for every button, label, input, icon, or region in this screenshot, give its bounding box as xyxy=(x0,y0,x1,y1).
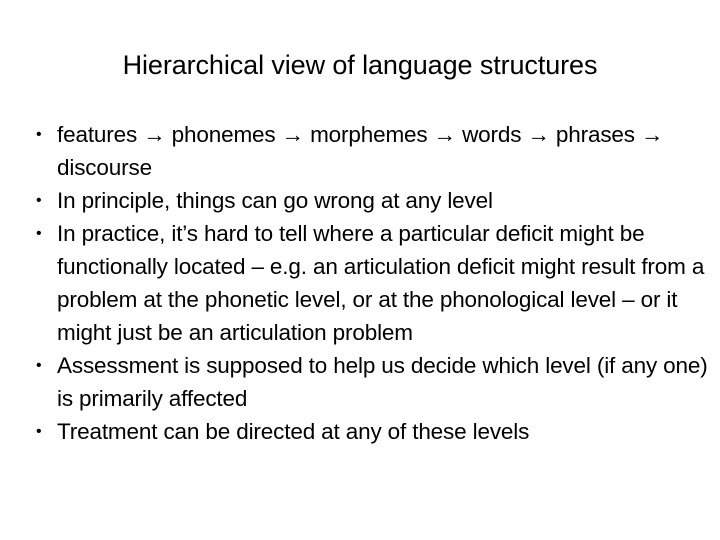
bullet-marker-icon: • xyxy=(36,192,42,209)
list-item: • In principle, things can go wrong at a… xyxy=(28,184,708,217)
slide-body-placeholder: • features → phonemes → morphemes → word… xyxy=(28,118,708,448)
bullet-list: • features → phonemes → morphemes → word… xyxy=(28,118,708,448)
slide-title: Hierarchical view of language structures xyxy=(122,50,598,80)
list-item: • features → phonemes → morphemes → word… xyxy=(28,118,708,184)
list-item: • Assessment is supposed to help us deci… xyxy=(28,349,708,415)
list-item-text: In practice, it’s hard to tell where a p… xyxy=(57,221,705,345)
list-item-text: Assessment is supposed to help us decide… xyxy=(57,353,708,411)
list-item: • In practice, it’s hard to tell where a… xyxy=(28,217,708,349)
bullet-marker-icon: • xyxy=(36,423,42,440)
bullet-marker-icon: • xyxy=(36,225,42,242)
list-item-text: In principle, things can go wrong at any… xyxy=(57,188,493,213)
bullet-marker-icon: • xyxy=(36,126,42,143)
list-item-text: Treatment can be directed at any of thes… xyxy=(57,419,530,444)
list-item-text: features → phonemes → morphemes → words … xyxy=(57,122,664,180)
bullet-marker-icon: • xyxy=(36,357,42,374)
presentation-slide: Hierarchical view of language structures… xyxy=(0,0,720,540)
list-item: • Treatment can be directed at any of th… xyxy=(28,415,708,448)
